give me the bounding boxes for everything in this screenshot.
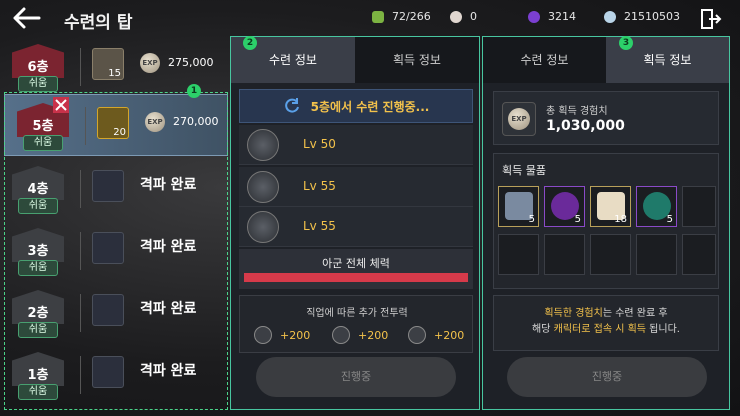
- total-exp-value: 1,030,000: [546, 118, 625, 134]
- bonus-item: +200: [408, 326, 464, 344]
- empty-slot: [636, 234, 677, 275]
- top-bar: 수련의 탑 72/266 0 3214 21510503: [0, 0, 740, 36]
- loot-count: 5: [666, 214, 673, 225]
- sword-emblem-icon: [247, 129, 279, 161]
- total-exp-box: EXP 총 획득 경험치 1,030,000: [493, 91, 719, 145]
- in-progress-button[interactable]: 진행중: [507, 357, 707, 397]
- bonus-value: +200: [434, 328, 465, 342]
- sword-emblem-icon: [254, 326, 272, 344]
- loot-slot[interactable]: 5: [636, 186, 677, 227]
- item-count: 15: [108, 68, 121, 79]
- bonus-item: +200: [332, 326, 388, 344]
- loot-count: 5: [528, 214, 535, 225]
- training-info-panel: 수련 정보 획득 정보 5층에서 수련 진행중... Lv 50 Lv 55 L…: [230, 36, 480, 410]
- empty-slot: [544, 234, 585, 275]
- purple-gem-icon: [528, 10, 540, 23]
- class-level: Lv 55: [303, 179, 336, 193]
- panel-tabs: 수련 정보 획득 정보: [231, 37, 479, 83]
- class-bonus-box: 직업에 따른 추가 전투력 +200 +200 +200: [239, 295, 473, 353]
- coin-resource: 21510503: [604, 10, 680, 23]
- bonus-title: 직업에 따른 추가 전투력: [306, 308, 408, 319]
- note-highlight: 캐릭터로 접속 시 획득: [553, 324, 646, 335]
- pearl-resource: 0: [450, 10, 477, 23]
- loot-slot[interactable]: 18: [590, 186, 631, 227]
- party-hp-bar: [244, 273, 468, 282]
- loot-title: 획득 물품: [502, 164, 546, 177]
- star-emblem-icon: [247, 171, 279, 203]
- callout-badge-3: 3: [619, 36, 633, 50]
- difficulty-badge: 쉬움: [18, 76, 58, 92]
- party-hp-fill: [244, 273, 468, 282]
- floor-badge: 6층 쉬움: [10, 42, 66, 92]
- tab-training-info[interactable]: 수련 정보: [483, 37, 606, 83]
- coin-value: 21510503: [624, 10, 680, 23]
- panel-tabs: 수련 정보 획득 정보: [483, 37, 729, 83]
- note-text: 됩니다.: [645, 324, 680, 335]
- reward-info-panel: 수련 정보 획득 정보 EXP 총 획득 경험치 1,030,000 획득 물품…: [482, 36, 730, 410]
- in-progress-button[interactable]: 진행중: [256, 357, 456, 397]
- page-title: 수련의 탑: [64, 13, 133, 33]
- party-hp-box: 아군 전체 체력: [239, 249, 473, 289]
- floor-label: 6층: [27, 60, 49, 75]
- callout-badge-2: 2: [243, 36, 257, 50]
- stamina-value: 72/266: [392, 10, 431, 23]
- gem-value: 3214: [548, 10, 576, 23]
- total-exp-label: 총 획득 경험치: [546, 106, 608, 117]
- loot-slot[interactable]: 5: [544, 186, 585, 227]
- loot-count: 18: [614, 214, 627, 225]
- selection-outline: [4, 92, 228, 410]
- note-line-1: 획득한 경험치는 수련 완료 후: [494, 306, 718, 322]
- stamina-resource: 72/266: [372, 10, 431, 23]
- class-level: Lv 50: [303, 137, 336, 151]
- class-row: Lv 55: [239, 207, 473, 247]
- exp-coin-icon: EXP: [140, 53, 160, 73]
- note-text: 는 수련 완료 후: [602, 308, 668, 319]
- note-highlight: 획득한 경험치: [544, 308, 603, 319]
- rose-emblem-icon: [408, 326, 426, 344]
- exp-coin-icon: EXP: [508, 108, 530, 130]
- callout-badge-1: 1: [187, 84, 201, 98]
- empty-slot: [682, 234, 716, 275]
- exit-door-icon[interactable]: [700, 8, 722, 30]
- gem-resource: 3214: [528, 10, 576, 23]
- refresh-icon: [284, 98, 299, 113]
- tab-reward-info[interactable]: 획득 정보: [355, 37, 479, 83]
- empty-slot: [590, 234, 631, 275]
- class-row: Lv 50: [239, 125, 473, 165]
- divider: [80, 48, 81, 86]
- silver-coin-icon: [604, 10, 616, 23]
- note-line-2: 해당 캐릭터로 접속 시 획득 됩니다.: [494, 322, 718, 338]
- back-arrow-icon[interactable]: [12, 6, 42, 30]
- exp-coin-frame: EXP: [502, 102, 536, 136]
- progress-banner: 5층에서 수련 진행중...: [239, 89, 473, 123]
- pearl-value: 0: [470, 10, 477, 23]
- star-emblem-icon: [332, 326, 350, 344]
- bonus-item: +200: [254, 326, 310, 344]
- bonus-value: +200: [358, 328, 389, 342]
- note-text: 해당: [532, 324, 554, 335]
- rose-emblem-icon: [247, 211, 279, 243]
- reward-item-icon: 15: [92, 48, 124, 80]
- progress-text: 5층에서 수련 진행중...: [310, 99, 430, 114]
- party-hp-label: 아군 전체 체력: [322, 257, 390, 270]
- empty-slot: [498, 234, 539, 275]
- bonus-value: +200: [280, 328, 311, 342]
- exp-value: 275,000: [168, 56, 214, 69]
- empty-slot: [682, 186, 716, 227]
- reward-note: 획득한 경험치는 수련 완료 후 해당 캐릭터로 접속 시 획득 됩니다.: [493, 295, 719, 351]
- class-level: Lv 55: [303, 219, 336, 233]
- loot-count: 5: [574, 214, 581, 225]
- loot-box: 획득 물품 5 5 18 5: [493, 153, 719, 289]
- pearl-icon: [450, 10, 462, 23]
- class-row: Lv 55: [239, 167, 473, 207]
- stamina-icon: [372, 10, 384, 23]
- loot-slot[interactable]: 5: [498, 186, 539, 227]
